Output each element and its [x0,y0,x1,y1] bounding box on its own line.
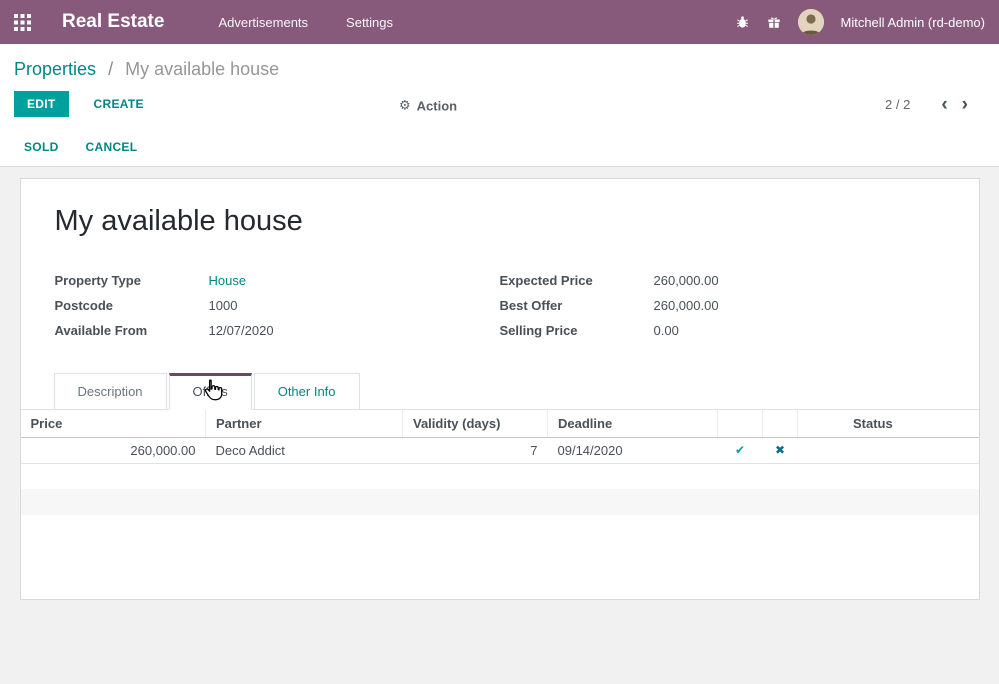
refuse-offer-icon[interactable]: ✖ [763,437,798,463]
field-row-property-type: Property Type House [55,268,500,293]
action-menu-button[interactable]: ⚙ Action [399,98,457,113]
field-label: Expected Price [500,268,654,293]
breadcrumb-separator: / [108,59,113,79]
field-label: Best Offer [500,293,654,318]
offer-deadline-cell[interactable]: 09/14/2020 [548,437,718,463]
best-offer-value: 260,000.00 [654,293,719,318]
pager-previous-icon[interactable]: ‹ [934,95,954,114]
offer-status-cell [798,437,979,463]
field-label: Available From [55,318,209,343]
column-header-refuse [763,410,798,437]
edit-button[interactable]: EDIT [14,91,69,117]
field-label: Postcode [55,293,209,318]
postcode-value: 1000 [209,293,238,318]
user-avatar[interactable] [798,9,824,35]
navbar-right: Mitchell Admin (rd-demo) [735,9,986,35]
menu-settings[interactable]: Settings [346,15,393,30]
apps-grid-glyph [14,14,31,31]
create-button[interactable]: CREATE [86,91,152,117]
debug-bug-icon[interactable] [735,15,750,30]
column-header-accept [718,410,763,437]
field-label: Property Type [55,268,209,293]
pager-next-icon[interactable]: › [955,95,975,114]
field-row-expected-price: Expected Price 260,000.00 [500,268,945,293]
form-statusbar: SOLD CANCEL [0,127,999,167]
field-column-left: Property Type House Postcode 1000 Availa… [55,268,500,343]
apps-menu-icon[interactable] [14,13,32,31]
selling-price-value: 0.00 [654,318,679,343]
offer-price-cell[interactable]: 260,000.00 [21,437,206,463]
empty-row [21,463,979,489]
field-row-best-offer: Best Offer 260,000.00 [500,293,945,318]
tab-other-info[interactable]: Other Info [254,373,360,410]
breadcrumb: Properties / My available house [0,44,999,84]
pager-value: 2 / 2 [885,97,910,112]
gift-icon[interactable] [767,15,781,29]
offers-table: Price Partner Validity (days) Deadline S… [21,410,979,515]
empty-row [21,489,979,515]
control-panel: EDIT CREATE ⚙ Action 2 / 2 ‹ › [0,84,999,127]
top-menu: Advertisements Settings [218,15,393,30]
form-view-content: My available house Property Type House P… [0,167,999,684]
sold-button[interactable]: SOLD [24,140,59,154]
record-title: My available house [55,205,945,238]
cancel-button[interactable]: CANCEL [86,140,138,154]
field-row-postcode: Postcode 1000 [55,293,500,318]
tab-description[interactable]: Description [54,373,167,410]
available-from-value: 12/07/2020 [209,318,274,343]
property-type-value-link[interactable]: House [209,268,247,293]
offer-partner-cell[interactable]: Deco Addict [206,437,403,463]
app-name[interactable]: Real Estate [62,11,164,33]
offer-validity-cell[interactable]: 7 [403,437,548,463]
column-header-validity[interactable]: Validity (days) [403,410,548,437]
expected-price-value: 260,000.00 [654,268,719,293]
user-name[interactable]: Mitchell Admin (rd-demo) [841,15,986,30]
gear-icon: ⚙ [399,98,411,113]
top-navbar: Real Estate Advertisements Settings [0,0,999,44]
column-header-deadline[interactable]: Deadline [548,410,718,437]
field-row-selling-price: Selling Price 0.00 [500,318,945,343]
tab-offers[interactable]: Offers [169,373,252,410]
column-header-partner[interactable]: Partner [206,410,403,437]
field-row-available-from: Available From 12/07/2020 [55,318,500,343]
offer-row[interactable]: 260,000.00 Deco Addict 7 09/14/2020 ✔ ✖ [21,437,979,463]
offers-table-header: Price Partner Validity (days) Deadline S… [21,410,979,437]
field-label: Selling Price [500,318,654,343]
field-group: Property Type House Postcode 1000 Availa… [55,268,945,343]
column-header-price[interactable]: Price [21,410,206,437]
breadcrumb-properties[interactable]: Properties [14,59,96,79]
accept-offer-icon[interactable]: ✔ [718,437,763,463]
field-column-right: Expected Price 260,000.00 Best Offer 260… [500,268,945,343]
menu-advertisements[interactable]: Advertisements [218,15,308,30]
action-menu-label: Action [417,98,457,113]
breadcrumb-current: My available house [125,59,279,79]
pager: 2 / 2 ‹ › [885,95,985,114]
column-header-status[interactable]: Status [798,410,979,437]
form-sheet: My available house Property Type House P… [20,178,980,600]
notebook-tabs: Description Offers Other Info [21,373,979,410]
